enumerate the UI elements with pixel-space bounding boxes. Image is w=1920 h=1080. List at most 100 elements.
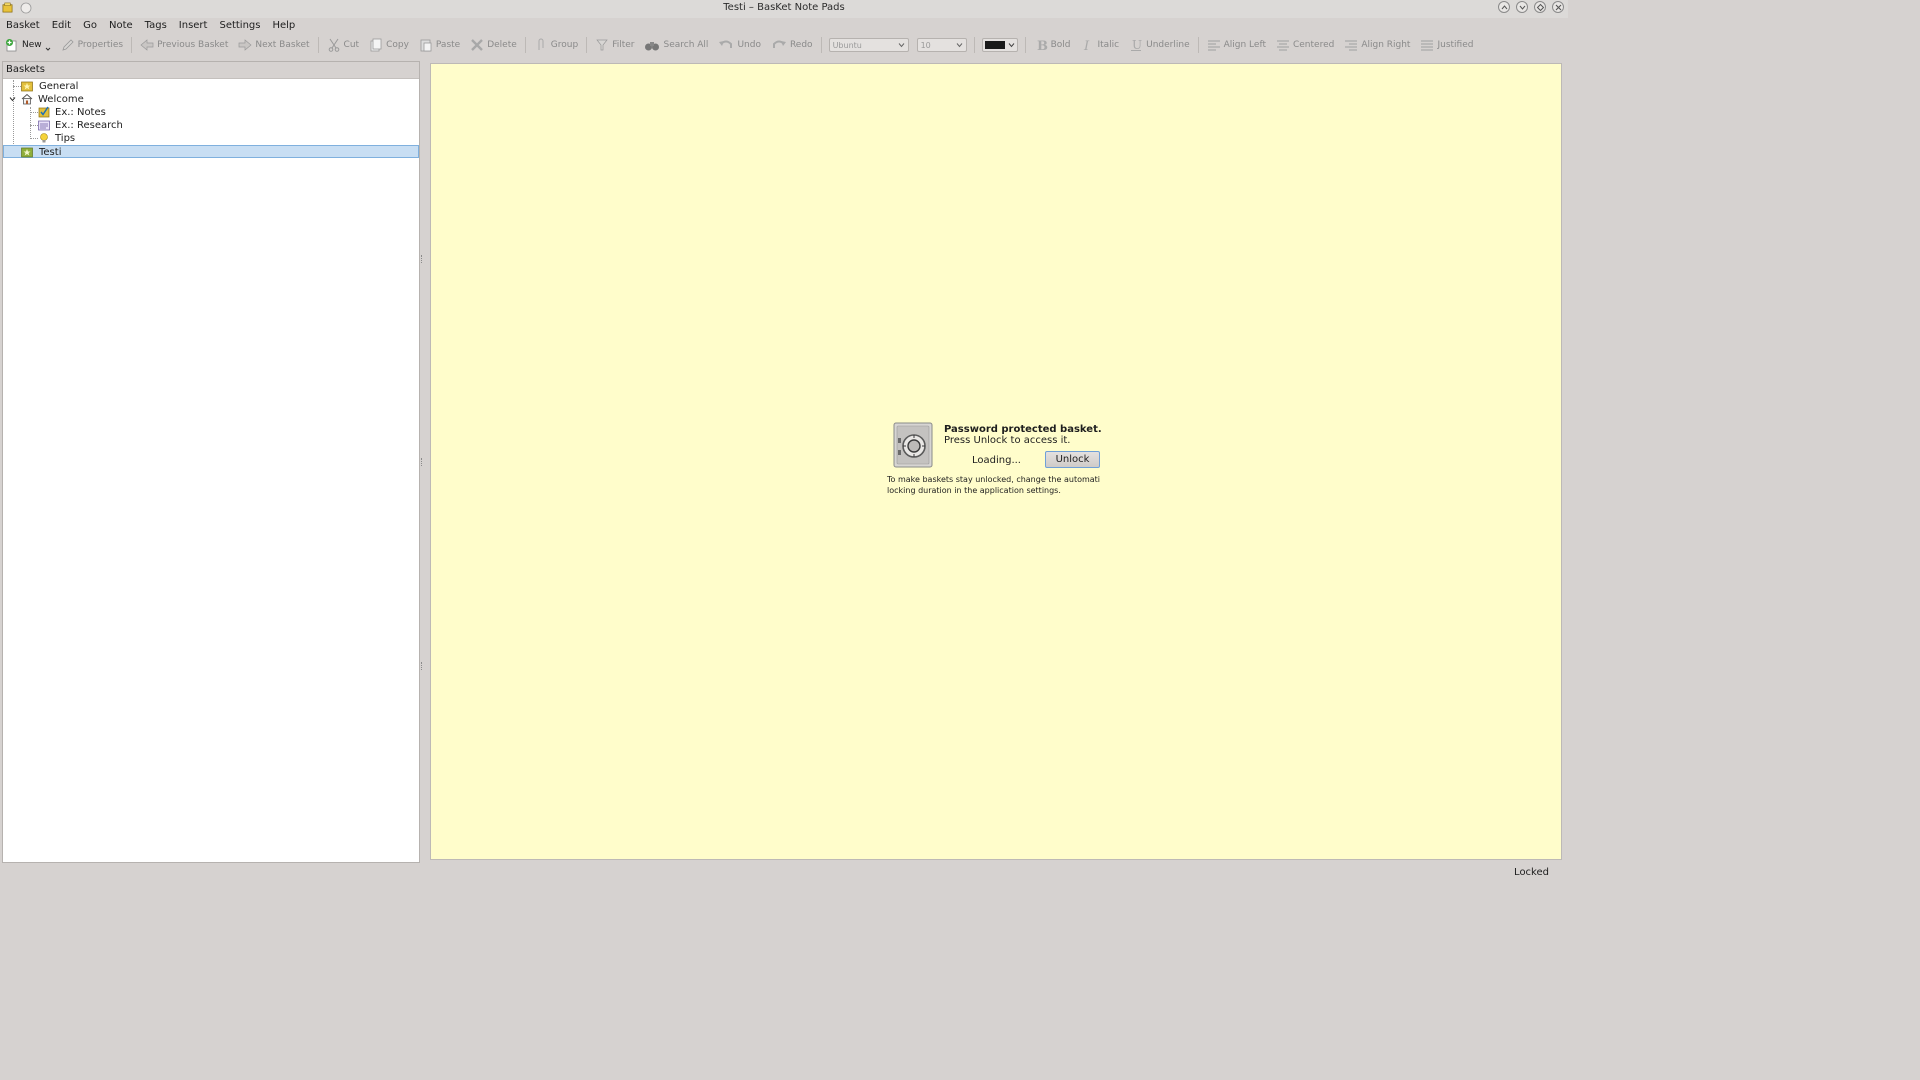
new-button[interactable]: New <box>0 35 56 55</box>
toolbar-separator <box>973 37 975 53</box>
font-family-select[interactable]: Ubuntu <box>828 38 909 52</box>
align-right-label: Align Right <box>1361 40 1411 50</box>
paperclip-icon <box>538 38 544 50</box>
toolbar-separator <box>317 37 319 53</box>
minimize-button[interactable] <box>1516 1 1528 13</box>
keep-above-button[interactable] <box>1498 1 1510 13</box>
title-bar: Testi – BasKet Note Pads <box>0 0 1568 18</box>
undo-button[interactable]: Undo <box>713 35 766 55</box>
basket-item-label: Ex.: Notes <box>55 107 106 118</box>
paste-icon <box>420 39 432 52</box>
locked-basket-panel: Password protected basket. Press Unlock … <box>887 422 1117 512</box>
basket-content-area[interactable]: Password protected basket. Press Unlock … <box>430 63 1562 860</box>
align-left-icon <box>1207 40 1220 51</box>
align-left-button[interactable]: Align Left <box>1202 35 1271 55</box>
font-size-select[interactable]: 10 <box>916 38 967 52</box>
cut-label: Cut <box>343 40 360 50</box>
align-center-icon <box>1276 40 1289 51</box>
home-icon <box>21 93 33 105</box>
justified-button[interactable]: Justified <box>1415 35 1478 55</box>
toolbar-separator <box>1197 37 1199 53</box>
basket-item-ex-notes[interactable]: Ex.: Notes <box>3 106 419 119</box>
toolbar-separator <box>1024 37 1026 53</box>
filter-button[interactable]: Filter <box>590 35 639 55</box>
redo-label: Redo <box>789 40 813 50</box>
menu-note[interactable]: Note <box>103 18 139 33</box>
copy-icon <box>370 38 382 52</box>
previous-basket-label: Previous Basket <box>157 40 229 50</box>
text-color-select[interactable] <box>981 38 1018 52</box>
status-bar: Locked <box>0 864 1568 882</box>
basket-item-ex-research[interactable]: Ex.: Research <box>3 119 419 132</box>
folder-star-icon <box>21 81 33 92</box>
lock-title: Password protected basket. <box>944 424 1102 435</box>
redo-icon <box>772 40 786 48</box>
chevron-down-icon <box>1008 43 1014 48</box>
filter-label: Filter <box>612 40 635 50</box>
basket-item-general[interactable]: General <box>3 80 419 93</box>
basket-item-testi[interactable]: Testi <box>3 145 419 158</box>
lightbulb-icon <box>40 133 48 143</box>
splitter-handle[interactable] <box>421 662 425 670</box>
centered-button[interactable]: Centered <box>1271 35 1339 55</box>
basket-item-welcome[interactable]: Welcome <box>3 93 419 106</box>
maximize-button[interactable] <box>1534 1 1546 13</box>
cut-button[interactable]: Cut <box>322 35 365 55</box>
menu-basket[interactable]: Basket <box>0 18 46 33</box>
new-label: New <box>22 40 42 50</box>
bold-button[interactable]: B Bold <box>1029 35 1076 55</box>
splitter-handle[interactable] <box>421 458 425 466</box>
underline-label: Underline <box>1146 40 1190 50</box>
delete-button[interactable]: Delete <box>465 35 522 55</box>
align-left-label: Align Left <box>1223 40 1266 50</box>
text-color-swatch <box>984 41 1005 49</box>
lock-note: To make baskets stay unlocked, change th… <box>887 475 1101 495</box>
copy-button[interactable]: Copy <box>364 35 414 55</box>
lock-subtitle: Press Unlock to access it. <box>944 435 1071 445</box>
pencil-icon <box>62 39 74 51</box>
font-family-value: Ubuntu <box>832 40 862 50</box>
menu-edit[interactable]: Edit <box>46 18 77 33</box>
basket-item-label: Testi <box>39 147 62 158</box>
justified-label: Justified <box>1437 40 1474 50</box>
new-icon <box>6 39 17 52</box>
next-basket-button[interactable]: Next Basket <box>233 35 314 55</box>
toolbar-separator <box>131 37 133 53</box>
paste-label: Paste <box>435 40 461 50</box>
italic-button[interactable]: I Italic <box>1075 35 1124 55</box>
properties-button[interactable]: Properties <box>56 35 128 55</box>
toolbar-separator <box>586 37 588 53</box>
basket-item-tips[interactable]: Tips <box>3 132 419 145</box>
unlock-button[interactable]: Unlock <box>1045 451 1100 468</box>
chevron-down-icon[interactable] <box>9 96 16 102</box>
italic-icon: I <box>1083 39 1090 52</box>
underline-button[interactable]: U Underline <box>1124 35 1194 55</box>
paste-button[interactable]: Paste <box>414 35 465 55</box>
menu-go[interactable]: Go <box>77 18 103 33</box>
underline-icon: U <box>1131 38 1142 52</box>
checklist-icon <box>38 106 50 118</box>
svg-text:U: U <box>1132 38 1142 52</box>
toolbar-separator <box>820 37 822 53</box>
menu-settings[interactable]: Settings <box>213 18 266 33</box>
menu-help[interactable]: Help <box>266 18 301 33</box>
bold-icon: B <box>1037 39 1048 52</box>
close-button[interactable] <box>1552 1 1564 13</box>
previous-basket-button[interactable]: Previous Basket <box>135 35 233 55</box>
menu-tags[interactable]: Tags <box>139 18 173 33</box>
splitter-handle[interactable] <box>421 255 425 263</box>
group-button[interactable]: Group <box>529 35 583 55</box>
font-size-value: 10 <box>920 40 931 50</box>
basket-item-label: Tips <box>55 133 76 144</box>
menu-insert[interactable]: Insert <box>173 18 214 33</box>
arrow-right-icon <box>239 39 252 51</box>
align-right-button[interactable]: Align Right <box>1339 35 1415 55</box>
next-basket-label: Next Basket <box>255 40 310 50</box>
loading-text: Loading... <box>972 455 1021 466</box>
delete-icon <box>471 39 484 51</box>
search-all-button[interactable]: Search All <box>639 35 713 55</box>
align-right-icon <box>1345 40 1358 51</box>
redo-button[interactable]: Redo <box>766 35 818 55</box>
undo-icon <box>719 40 733 48</box>
main-toolbar: New Properties Previous Basket Next Bask… <box>0 34 1568 56</box>
